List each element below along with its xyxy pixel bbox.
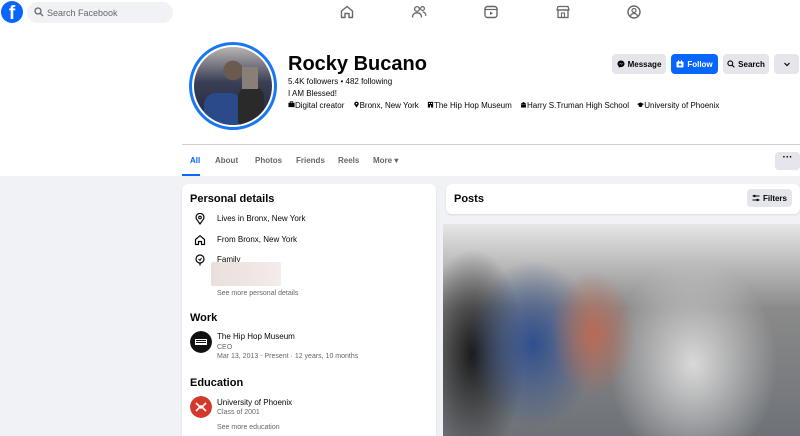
- filters-button[interactable]: Filters: [747, 189, 792, 207]
- photo-person-left: [204, 93, 242, 125]
- location-pin-icon: [195, 213, 205, 225]
- header-divider: [182, 144, 800, 145]
- detail-item[interactable]: Harry S.Truman High School: [520, 101, 631, 110]
- education-school[interactable]: University of Phoenix: [217, 398, 292, 407]
- location-icon: [353, 101, 359, 108]
- posts-title: Posts: [454, 193, 484, 205]
- posts-header-card: Posts Filters: [446, 184, 800, 214]
- post-image-blurred[interactable]: [443, 224, 800, 436]
- chevron-down-icon: [783, 62, 790, 67]
- filters-icon: [752, 194, 760, 202]
- see-more-personal-link[interactable]: See more personal details: [217, 290, 298, 297]
- search-icon: [727, 60, 735, 68]
- friends-icon[interactable]: [411, 4, 427, 20]
- see-more-education-link[interactable]: See more education: [217, 424, 280, 431]
- detail-text: Harry S.Truman High School: [527, 101, 629, 110]
- search-profile-button[interactable]: Search: [723, 54, 769, 74]
- personal-details-title: Personal details: [190, 193, 275, 205]
- top-navigation-bar: f: [0, 0, 800, 26]
- follow-button[interactable]: Follow: [671, 54, 718, 74]
- education-class: Class of 2001: [217, 409, 260, 416]
- work-org[interactable]: The Hip Hop Museum: [217, 332, 295, 341]
- messenger-icon: [617, 60, 625, 68]
- detail-text: University of Phoenix: [644, 101, 720, 110]
- education-title: Education: [190, 377, 244, 389]
- profile-bio: I AM Blessed!: [288, 89, 337, 98]
- hometown-text: From Bronx, New York: [217, 235, 298, 244]
- university-logo[interactable]: [190, 396, 212, 418]
- detail-item[interactable]: Bronx, New York: [353, 101, 421, 110]
- family-icon: [195, 254, 205, 266]
- profile-avatar[interactable]: [189, 42, 277, 130]
- facebook-logo[interactable]: f: [1, 1, 23, 23]
- tab-photos[interactable]: Photos: [255, 156, 282, 165]
- building-icon: [427, 101, 434, 108]
- detail-text: The Hip Hop Museum: [433, 101, 512, 110]
- tabs-more-button[interactable]: ···: [775, 152, 800, 170]
- tab-more[interactable]: More ▾: [373, 156, 398, 165]
- video-icon[interactable]: [483, 4, 499, 20]
- detail-item[interactable]: The Hip Hop Museum: [427, 101, 514, 110]
- message-label: Message: [627, 59, 662, 69]
- active-tab-indicator: [182, 174, 200, 176]
- search-input[interactable]: [47, 2, 167, 23]
- follow-icon: [676, 60, 684, 68]
- detail-text: Digital creator: [295, 101, 345, 110]
- tab-about[interactable]: About: [215, 156, 238, 165]
- home-icon: [194, 235, 206, 246]
- photo-person-right: [238, 87, 264, 125]
- blurred-family-member: [211, 262, 281, 286]
- tab-all[interactable]: All: [190, 156, 200, 165]
- home-icon[interactable]: [339, 4, 355, 20]
- search-label: Search: [738, 59, 765, 69]
- message-button[interactable]: Message: [612, 54, 666, 74]
- search-icon: [34, 7, 44, 17]
- profile-header: Rocky Bucano 5.4K followers • 482 follow…: [0, 26, 800, 176]
- lives-in-text: Lives in Bronx, New York: [217, 214, 306, 223]
- profile-photo: [194, 47, 272, 125]
- school-icon: [520, 101, 527, 108]
- detail-text: Bronx, New York: [359, 101, 419, 110]
- profile-details: Digital creator Bronx, New York The Hip …: [288, 101, 725, 110]
- briefcase-icon: [288, 101, 295, 108]
- detail-item: Digital creator: [288, 101, 347, 110]
- more-options-button[interactable]: [774, 54, 799, 74]
- work-role: CEO: [217, 344, 233, 351]
- tab-reels[interactable]: Reels: [338, 156, 359, 165]
- tab-friends[interactable]: Friends: [296, 156, 325, 165]
- work-dates: Mar 13, 2013 - Present · 12 years, 10 mo…: [217, 353, 359, 360]
- profile-name: Rocky Bucano: [288, 53, 427, 75]
- marketplace-icon[interactable]: [555, 4, 571, 20]
- photo-blurred-face: [242, 67, 258, 89]
- follower-count[interactable]: 5.4K followers • 482 following: [288, 77, 392, 86]
- work-title: Work: [190, 312, 218, 324]
- groups-icon[interactable]: [626, 4, 642, 20]
- follow-label: Follow: [687, 59, 713, 69]
- detail-item[interactable]: University of Phoenix: [637, 101, 719, 110]
- search-bar[interactable]: [27, 2, 173, 23]
- intro-card: Personal details Lives in Bronx, New Yor…: [182, 184, 436, 436]
- filters-label: Filters: [762, 193, 787, 203]
- hip-hop-museum-logo[interactable]: [190, 331, 212, 353]
